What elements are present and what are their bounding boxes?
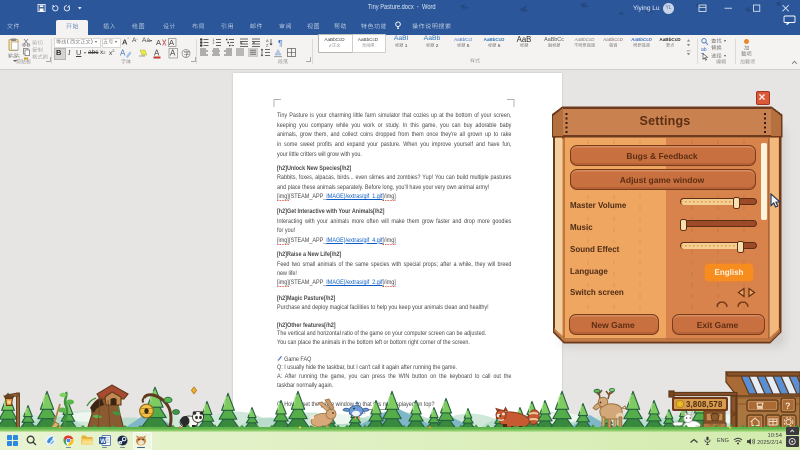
svg-text:2: 2 bbox=[213, 41, 215, 45]
svg-text:A: A bbox=[120, 48, 126, 57]
svg-text:A: A bbox=[170, 48, 176, 57]
svg-text:Z: Z bbox=[266, 42, 269, 47]
svg-text:W: W bbox=[100, 439, 106, 445]
svg-text:A: A bbox=[169, 38, 174, 47]
svg-text:A: A bbox=[154, 48, 160, 57]
svg-text:字: 字 bbox=[184, 49, 190, 57]
svg-text:3,808,578: 3,808,578 bbox=[686, 400, 723, 409]
svg-text:?: ? bbox=[785, 401, 791, 411]
svg-text:A: A bbox=[156, 38, 161, 47]
svg-text:¶: ¶ bbox=[278, 38, 283, 47]
svg-text:ab: ab bbox=[701, 46, 707, 52]
